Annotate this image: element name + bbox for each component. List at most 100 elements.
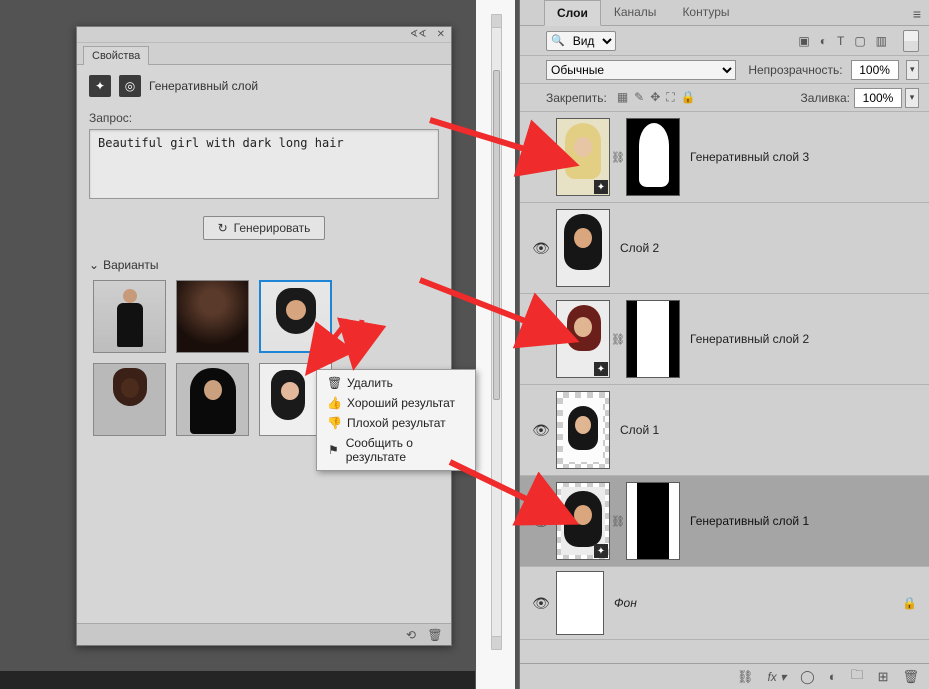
layer-name[interactable]: Генеративный слой 1 [690, 514, 809, 528]
fx-icon[interactable]: fx ▾ [767, 670, 786, 684]
layer-thumb[interactable] [556, 300, 610, 378]
mask-icon[interactable]: ◯ [800, 669, 815, 685]
properties-footer: ⟲ 🗑 [77, 623, 451, 645]
layer-row-bg[interactable]: 👁 Фон 🔒 [520, 567, 929, 640]
delete-layer-icon[interactable]: 🗑 [902, 669, 919, 685]
properties-panel: ∢∢ ✕ Свойства ✦ ◎ Генеративный слой Запр… [76, 26, 452, 646]
trash-icon[interactable]: 🗑 [427, 627, 443, 643]
layer-row-gen2[interactable]: 👁 ⛓ Генеративный слой 2 [520, 294, 929, 385]
layer-name[interactable]: Фон [614, 596, 637, 610]
visibility-icon[interactable]: 👁 [526, 513, 556, 530]
ctx-delete[interactable]: 🗑 Удалить [317, 373, 475, 393]
variant-thumb-1[interactable] [93, 280, 166, 353]
thumbs-down-icon: 👎 [327, 416, 341, 430]
visibility-icon[interactable]: 👁 [526, 595, 556, 612]
search-icon: 🔍 [547, 34, 569, 47]
layer-name[interactable]: Генеративный слой 3 [690, 150, 809, 164]
adjustment-icon: ✦ [89, 75, 111, 97]
layers-lock-bar: Закрепить: ▦ ✎ ✥ ⛶ 🔒 Заливка: ▾ [520, 84, 929, 112]
variants-header[interactable]: ⌄ Варианты [89, 258, 439, 272]
layer-mask-thumb[interactable] [626, 118, 680, 196]
ctx-good[interactable]: 👍 Хороший результат [317, 393, 475, 413]
new-layer-icon[interactable]: ⊞ [878, 669, 889, 685]
visibility-icon[interactable]: 👁 [526, 422, 556, 439]
collapse-icon[interactable]: ∢∢ [410, 29, 427, 40]
lock-artboard-icon[interactable]: ⛶ [666, 90, 674, 105]
filter-adjust-icon[interactable]: ◐ [820, 34, 827, 48]
group-icon[interactable]: 🗀 [851, 666, 864, 688]
layer-thumb[interactable] [556, 571, 604, 635]
variant-thumb-5[interactable] [176, 363, 249, 436]
panel-menu-icon[interactable]: ≡ [913, 6, 921, 22]
variant-thumb-3[interactable] [259, 280, 332, 353]
lock-all-icon[interactable]: 🔒 [681, 90, 696, 105]
lock-label: Закрепить: [546, 91, 607, 105]
prompt-label: Запрос: [89, 111, 439, 125]
reset-icon[interactable]: ⟲ [403, 627, 419, 643]
layer-row-gen3[interactable]: 👁 ⛓ Генеративный слой 3 [520, 112, 929, 203]
layer-filter-type[interactable]: 🔍 Вид [546, 31, 616, 51]
layer-mask-thumb[interactable] [626, 300, 680, 378]
layer-thumb[interactable] [556, 482, 610, 560]
layer-name[interactable]: Слой 2 [620, 241, 659, 255]
lock-icon[interactable]: 🔒 [902, 596, 921, 610]
fill-dropdown-icon[interactable]: ▾ [905, 88, 919, 108]
lock-brush-icon[interactable]: ✎ [634, 90, 644, 105]
tab-layers[interactable]: Слои [544, 0, 601, 26]
layer-row-gen1[interactable]: 👁 ⛓ Генеративный слой 1 [520, 476, 929, 567]
ctx-good-label: Хороший результат [347, 396, 455, 410]
tab-paths[interactable]: Контуры [669, 0, 742, 25]
tab-channels[interactable]: Каналы [601, 0, 670, 25]
close-icon[interactable]: ✕ [437, 29, 445, 40]
generate-button[interactable]: ↻ Генерировать [203, 216, 326, 240]
blend-mode-select[interactable]: Обычные [546, 60, 736, 80]
layer-name[interactable]: Слой 1 [620, 423, 659, 437]
statusbar-placeholder [0, 671, 475, 689]
link-icon[interactable]: ⛓ [737, 669, 754, 685]
link-mask-icon[interactable]: ⛓ [610, 515, 626, 528]
vertical-scrollbar-thumb[interactable] [493, 70, 500, 400]
layers-panel: Слои Каналы Контуры ≡ 🔍 Вид ▣ ◐ T ▢ ▥ Об… [519, 0, 929, 689]
layer-name[interactable]: Генеративный слой 2 [690, 332, 809, 346]
generate-button-label: Генерировать [234, 221, 311, 235]
lock-move-icon[interactable]: ✥ [650, 90, 660, 105]
layer-thumb[interactable] [556, 391, 610, 469]
ctx-report[interactable]: ⚑ Сообщить о результате [317, 433, 475, 467]
adjustment-layer-icon[interactable]: ◐ [829, 669, 837, 684]
properties-titlebar: ∢∢ ✕ [77, 27, 451, 43]
layers-blend-bar: Обычные Непрозрачность: ▾ [520, 56, 929, 84]
fill-input[interactable] [854, 88, 902, 108]
variants-title: Варианты [103, 258, 158, 272]
link-mask-icon[interactable]: ⛓ [610, 333, 626, 346]
ctx-bad-label: Плохой результат [347, 416, 446, 430]
ctx-bad[interactable]: 👎 Плохой результат [317, 413, 475, 433]
layer-row-1[interactable]: 👁 Слой 1 [520, 385, 929, 476]
opacity-input[interactable] [851, 60, 899, 80]
layer-thumb[interactable] [556, 209, 610, 287]
prompt-input[interactable] [89, 129, 439, 199]
properties-tabbar: Свойства [77, 43, 451, 65]
tab-properties[interactable]: Свойства [83, 46, 149, 65]
ctx-delete-label: Удалить [347, 376, 393, 390]
filter-shape-icon[interactable]: ▢ [854, 34, 865, 48]
opacity-dropdown-icon[interactable]: ▾ [906, 60, 919, 80]
filter-text-icon[interactable]: T [837, 34, 844, 48]
layer-filter-select[interactable]: Вид [569, 32, 615, 50]
layer-mask-thumb[interactable] [626, 482, 680, 560]
link-mask-icon[interactable]: ⛓ [610, 151, 626, 164]
filter-toggle[interactable] [903, 30, 919, 52]
trash-icon: 🗑 [327, 376, 341, 390]
visibility-icon[interactable]: 👁 [526, 240, 556, 257]
generative-layer-title: Генеративный слой [149, 79, 258, 93]
visibility-icon[interactable]: 👁 [526, 149, 556, 166]
variant-thumb-4[interactable] [93, 363, 166, 436]
variant-thumb-2[interactable] [176, 280, 249, 353]
visibility-icon[interactable]: 👁 [526, 331, 556, 348]
filter-smart-icon[interactable]: ▥ [876, 34, 887, 48]
lock-pixels-icon[interactable]: ▦ [617, 90, 628, 105]
filter-image-icon[interactable]: ▣ [798, 34, 809, 48]
fill-label: Заливка: [800, 91, 850, 105]
layer-row-2[interactable]: 👁 Слой 2 [520, 203, 929, 294]
layers-tabbar: Слои Каналы Контуры ≡ [520, 0, 929, 26]
layer-thumb[interactable] [556, 118, 610, 196]
